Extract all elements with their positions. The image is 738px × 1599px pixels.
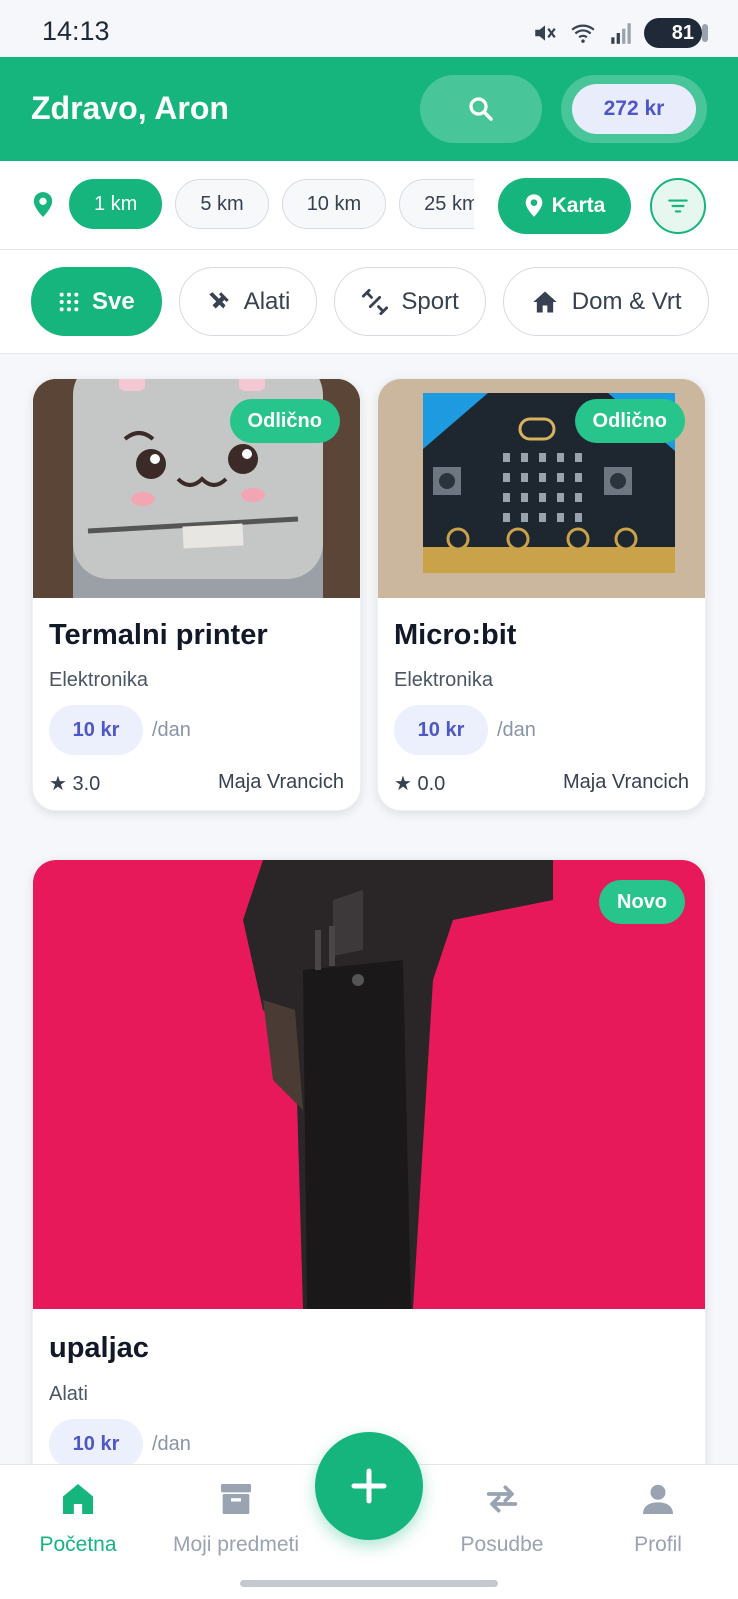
distance-chip-25km[interactable]: 25 km <box>399 179 474 229</box>
distance-options: 1 km 5 km 10 km 25 km <box>69 179 474 233</box>
status-icons: 81 <box>532 18 708 48</box>
nav-label: Posudbe <box>460 1533 544 1556</box>
category-label: Sport <box>401 287 459 315</box>
person-icon <box>643 1484 673 1514</box>
listing-card[interactable]: Odlično Termalni printer Elektronika 10 … <box>32 378 361 811</box>
signal-icon <box>611 23 631 44</box>
search-icon <box>469 97 493 121</box>
nav-profile[interactable]: Profil <box>583 1479 733 1557</box>
dumbbell-icon <box>362 288 389 315</box>
price-unit: /dan <box>497 719 536 741</box>
listing-price: 10 kr <box>49 1419 143 1469</box>
filter-button[interactable] <box>650 178 706 234</box>
status-time: 14:13 <box>42 16 110 46</box>
listing-card[interactable]: Odlično Micro:bit Elektronika 10 kr /dan… <box>377 378 706 811</box>
location-pin-icon <box>33 192 53 217</box>
map-button[interactable]: Karta <box>498 178 631 234</box>
nav-label: Profil <box>634 1533 682 1556</box>
listing-price: 10 kr <box>394 705 488 755</box>
listing-photo <box>33 860 705 1309</box>
condition-badge: Odlično <box>229 399 340 443</box>
category-label: Alati <box>243 287 291 315</box>
tools-icon <box>208 291 229 308</box>
price-unit: /dan <box>152 719 191 741</box>
plus-icon <box>351 1468 387 1504</box>
distance-chip-10km[interactable]: 10 km <box>281 179 387 229</box>
greeting-title: Zdravo, Aron <box>31 90 229 126</box>
distance-chip-1km[interactable]: 1 km <box>69 179 163 229</box>
listing-owner: Maja Vrancich <box>563 771 689 793</box>
distance-filter-bar: 1 km 5 km 10 km 25 km Karta <box>0 161 738 250</box>
mute-icon <box>535 25 556 41</box>
house-icon <box>533 291 557 312</box>
battery-indicator: 81 <box>644 18 708 48</box>
nav-my-items[interactable]: Moji predmeti <box>161 1479 311 1557</box>
lighter-image <box>33 860 705 1309</box>
nav-home[interactable]: Početna <box>3 1479 153 1557</box>
add-item-button[interactable] <box>315 1432 423 1540</box>
filter-icon <box>668 199 688 213</box>
nav-label: Početna <box>39 1533 117 1556</box>
listing-title: Micro:bit <box>394 619 517 651</box>
map-pin-icon <box>525 194 542 217</box>
category-chip-home-garden[interactable]: Dom & Vrt <box>502 267 709 336</box>
listing-rating: ★ 0.0 <box>394 773 446 795</box>
category-label: Sve <box>92 287 135 315</box>
grid-icon <box>59 292 79 311</box>
nav-label: Moji predmeti <box>172 1533 300 1556</box>
listing-card[interactable]: Novo upaljac Alati 10 kr /dan <box>32 859 706 1499</box>
category-filter-bar: Sve Alati Sport Dom & Vrt <box>0 250 738 354</box>
condition-badge: Novo <box>599 880 685 924</box>
home-indicator[interactable] <box>240 1580 498 1587</box>
app-header: Zdravo, Aron 272 kr <box>0 57 738 161</box>
listing-category: Elektronika <box>49 669 148 691</box>
listing-rating: ★ 3.0 <box>49 773 101 795</box>
balance-button[interactable]: 272 kr <box>561 75 707 143</box>
listing-owner: Maja Vrancich <box>218 771 344 793</box>
battery-level: 81 <box>671 21 694 44</box>
category-options: Sve Alati Sport Dom & Vrt <box>31 267 709 336</box>
category-chip-all[interactable]: Sve <box>31 267 162 336</box>
search-button[interactable] <box>420 75 542 143</box>
status-bar: 14:13 81 <box>0 0 738 57</box>
archive-icon <box>221 1484 251 1514</box>
condition-badge: Odlično <box>574 399 685 443</box>
category-chip-sport[interactable]: Sport <box>334 267 486 336</box>
wifi-icon <box>571 24 595 43</box>
price-unit: /dan <box>152 1433 191 1455</box>
category-label: Dom & Vrt <box>571 287 682 315</box>
home-icon <box>63 1484 93 1514</box>
category-chip-tools[interactable]: Alati <box>178 267 318 336</box>
nav-loans[interactable]: Posudbe <box>427 1479 577 1557</box>
listing-price: 10 kr <box>49 705 143 755</box>
distance-chip-5km[interactable]: 5 km <box>175 179 269 229</box>
map-button-label: Karta <box>551 194 606 217</box>
listing-category: Alati <box>49 1383 88 1405</box>
listing-title: Termalni printer <box>49 619 268 651</box>
listing-title: upaljac <box>49 1332 149 1364</box>
swap-icon <box>486 1485 518 1513</box>
listing-category: Elektronika <box>394 669 493 691</box>
balance-value: 272 kr <box>572 84 696 134</box>
